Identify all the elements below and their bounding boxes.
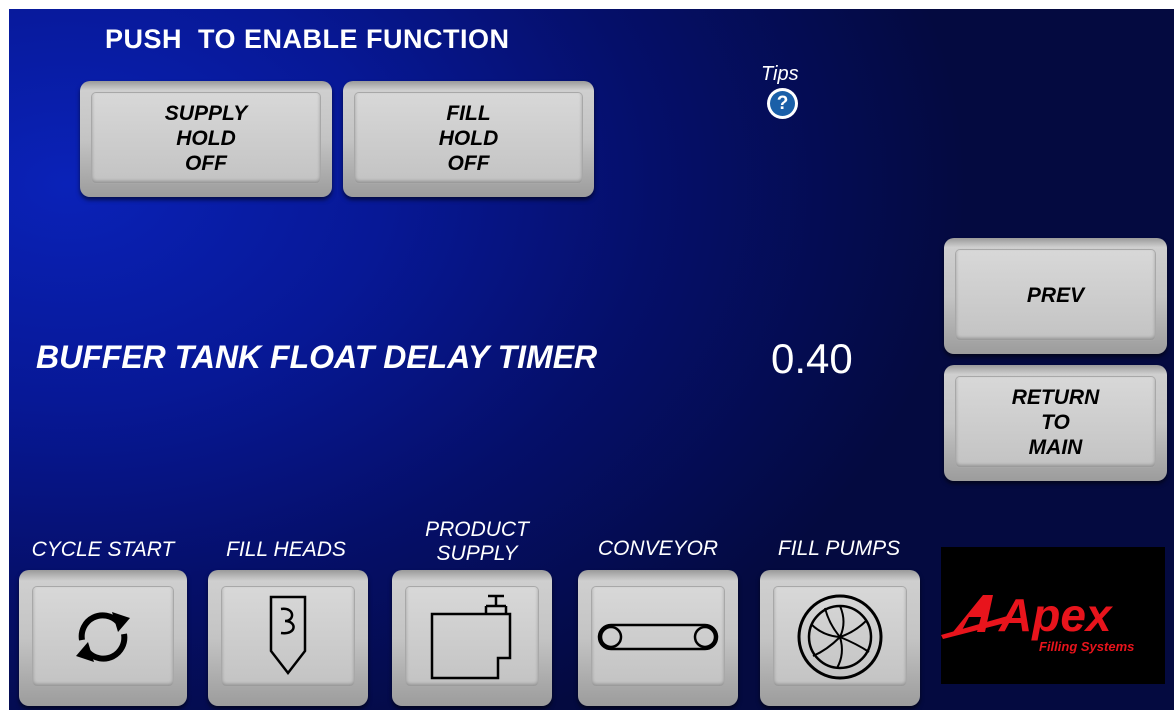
prev-button[interactable]: PREV bbox=[944, 238, 1167, 354]
svg-text:Apex: Apex bbox=[998, 589, 1114, 641]
help-icon[interactable]: ? bbox=[767, 88, 798, 119]
conveyor-button[interactable] bbox=[578, 570, 738, 706]
page-title: PUSH TO ENABLE FUNCTION bbox=[105, 24, 510, 54]
tips-label: Tips bbox=[761, 63, 799, 85]
supply-hold-button-label: SUPPLY HOLD OFF bbox=[92, 93, 320, 183]
nav-label-fill-pumps: FILL PUMPS bbox=[777, 537, 901, 560]
fill-head-icon bbox=[269, 595, 307, 675]
tank-icon bbox=[430, 594, 512, 679]
fill-hold-button-label: FILL HOLD OFF bbox=[355, 93, 582, 183]
pump-impeller-icon bbox=[797, 594, 883, 679]
parameter-label: BUFFER TANK FLOAT DELAY TIMER bbox=[36, 339, 598, 375]
cycle-arrows-icon bbox=[76, 611, 130, 662]
nav-label-fill-heads: FILL HEADS bbox=[226, 538, 346, 561]
apex-logo-mark: Apex Filling Systems bbox=[941, 589, 1134, 654]
conveyor-icon bbox=[597, 623, 719, 650]
fill-heads-button[interactable] bbox=[208, 570, 368, 706]
product-supply-button[interactable] bbox=[392, 570, 552, 706]
return-to-main-button-label: RETURN TO MAIN bbox=[956, 377, 1155, 467]
fill-hold-button[interactable]: FILL HOLD OFF bbox=[343, 81, 594, 197]
parameter-value[interactable]: 0.40 bbox=[771, 335, 853, 383]
nav-label-conveyor: CONVEYOR bbox=[597, 537, 719, 560]
nav-label-product-supply: PRODUCT SUPPLY bbox=[425, 518, 529, 565]
apex-logo: Apex Filling Systems bbox=[941, 547, 1165, 684]
cycle-start-button[interactable] bbox=[19, 570, 187, 706]
prev-button-label: PREV bbox=[956, 250, 1155, 340]
fill-pumps-button[interactable] bbox=[760, 570, 920, 706]
supply-hold-button[interactable]: SUPPLY HOLD OFF bbox=[80, 81, 332, 197]
svg-text:Filling Systems: Filling Systems bbox=[1039, 639, 1134, 654]
top-border bbox=[0, 0, 1174, 9]
nav-label-cycle-start: CYCLE START bbox=[31, 538, 175, 561]
return-to-main-button[interactable]: RETURN TO MAIN bbox=[944, 365, 1167, 481]
